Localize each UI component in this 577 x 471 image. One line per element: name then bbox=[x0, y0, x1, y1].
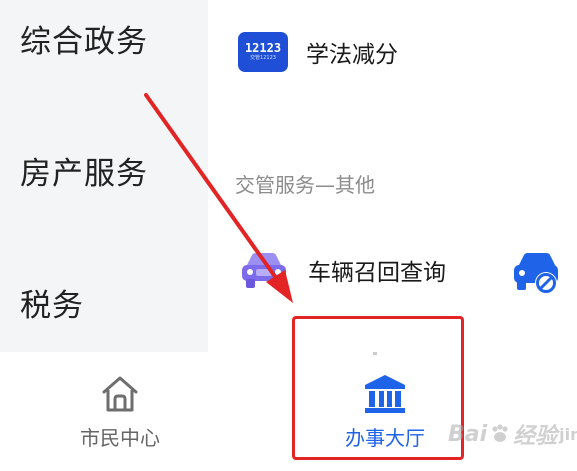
section-title-traffic-other: 交管服务—其他 bbox=[235, 173, 375, 197]
paw-icon bbox=[492, 424, 508, 442]
tab-service-hall[interactable]: 办事大厅 bbox=[335, 372, 435, 451]
app-screen: 综合政务 房产服务 税务 12123 交管12123 学法减分 交管服务—其他 … bbox=[0, 0, 577, 471]
watermark-text-right: 经验 bbox=[513, 424, 558, 449]
divider-dot bbox=[373, 352, 377, 355]
government-hall-icon bbox=[365, 375, 405, 413]
tab-label: 市民中心 bbox=[80, 426, 160, 450]
service-item-vehicle-recall[interactable]: 车辆召回查询 bbox=[238, 249, 446, 291]
watermark-text-left: Bai bbox=[448, 421, 488, 447]
tab-label: 办事大厅 bbox=[345, 426, 425, 450]
tab-citizen-center[interactable]: 市民中心 bbox=[72, 372, 168, 451]
service-item-label: 学法减分 bbox=[306, 42, 398, 68]
app-icon-subtext: 交管12123 bbox=[250, 55, 276, 61]
baidu-watermark: Bai 经验 jingyan bbox=[448, 418, 577, 450]
house-icon bbox=[102, 376, 138, 412]
service-item-label: 车辆召回查询 bbox=[308, 260, 446, 286]
watermark-text-small: jingyan bbox=[559, 424, 577, 444]
sidebar-item-real-estate[interactable]: 房产服务 bbox=[20, 148, 148, 193]
car-recall-icon bbox=[242, 253, 286, 288]
bottom-tab-bar: 市民中心 办事大厅 bbox=[0, 352, 577, 471]
sidebar-item-tax[interactable]: 税务 bbox=[20, 280, 84, 325]
sidebar-item-general-affairs[interactable]: 综合政务 bbox=[20, 16, 148, 61]
service-list: 12123 交管12123 学法减分 交管服务—其他 车辆召回查询 bbox=[208, 0, 577, 352]
category-sidebar: 综合政务 房产服务 税务 bbox=[0, 0, 208, 352]
service-item-study-law-reduce-points[interactable]: 12123 交管12123 学法减分 bbox=[238, 32, 398, 72]
car-prohibited-icon[interactable] bbox=[512, 247, 558, 299]
app-12123-icon: 12123 交管12123 bbox=[238, 32, 288, 72]
app-icon-number: 12123 bbox=[244, 41, 282, 55]
